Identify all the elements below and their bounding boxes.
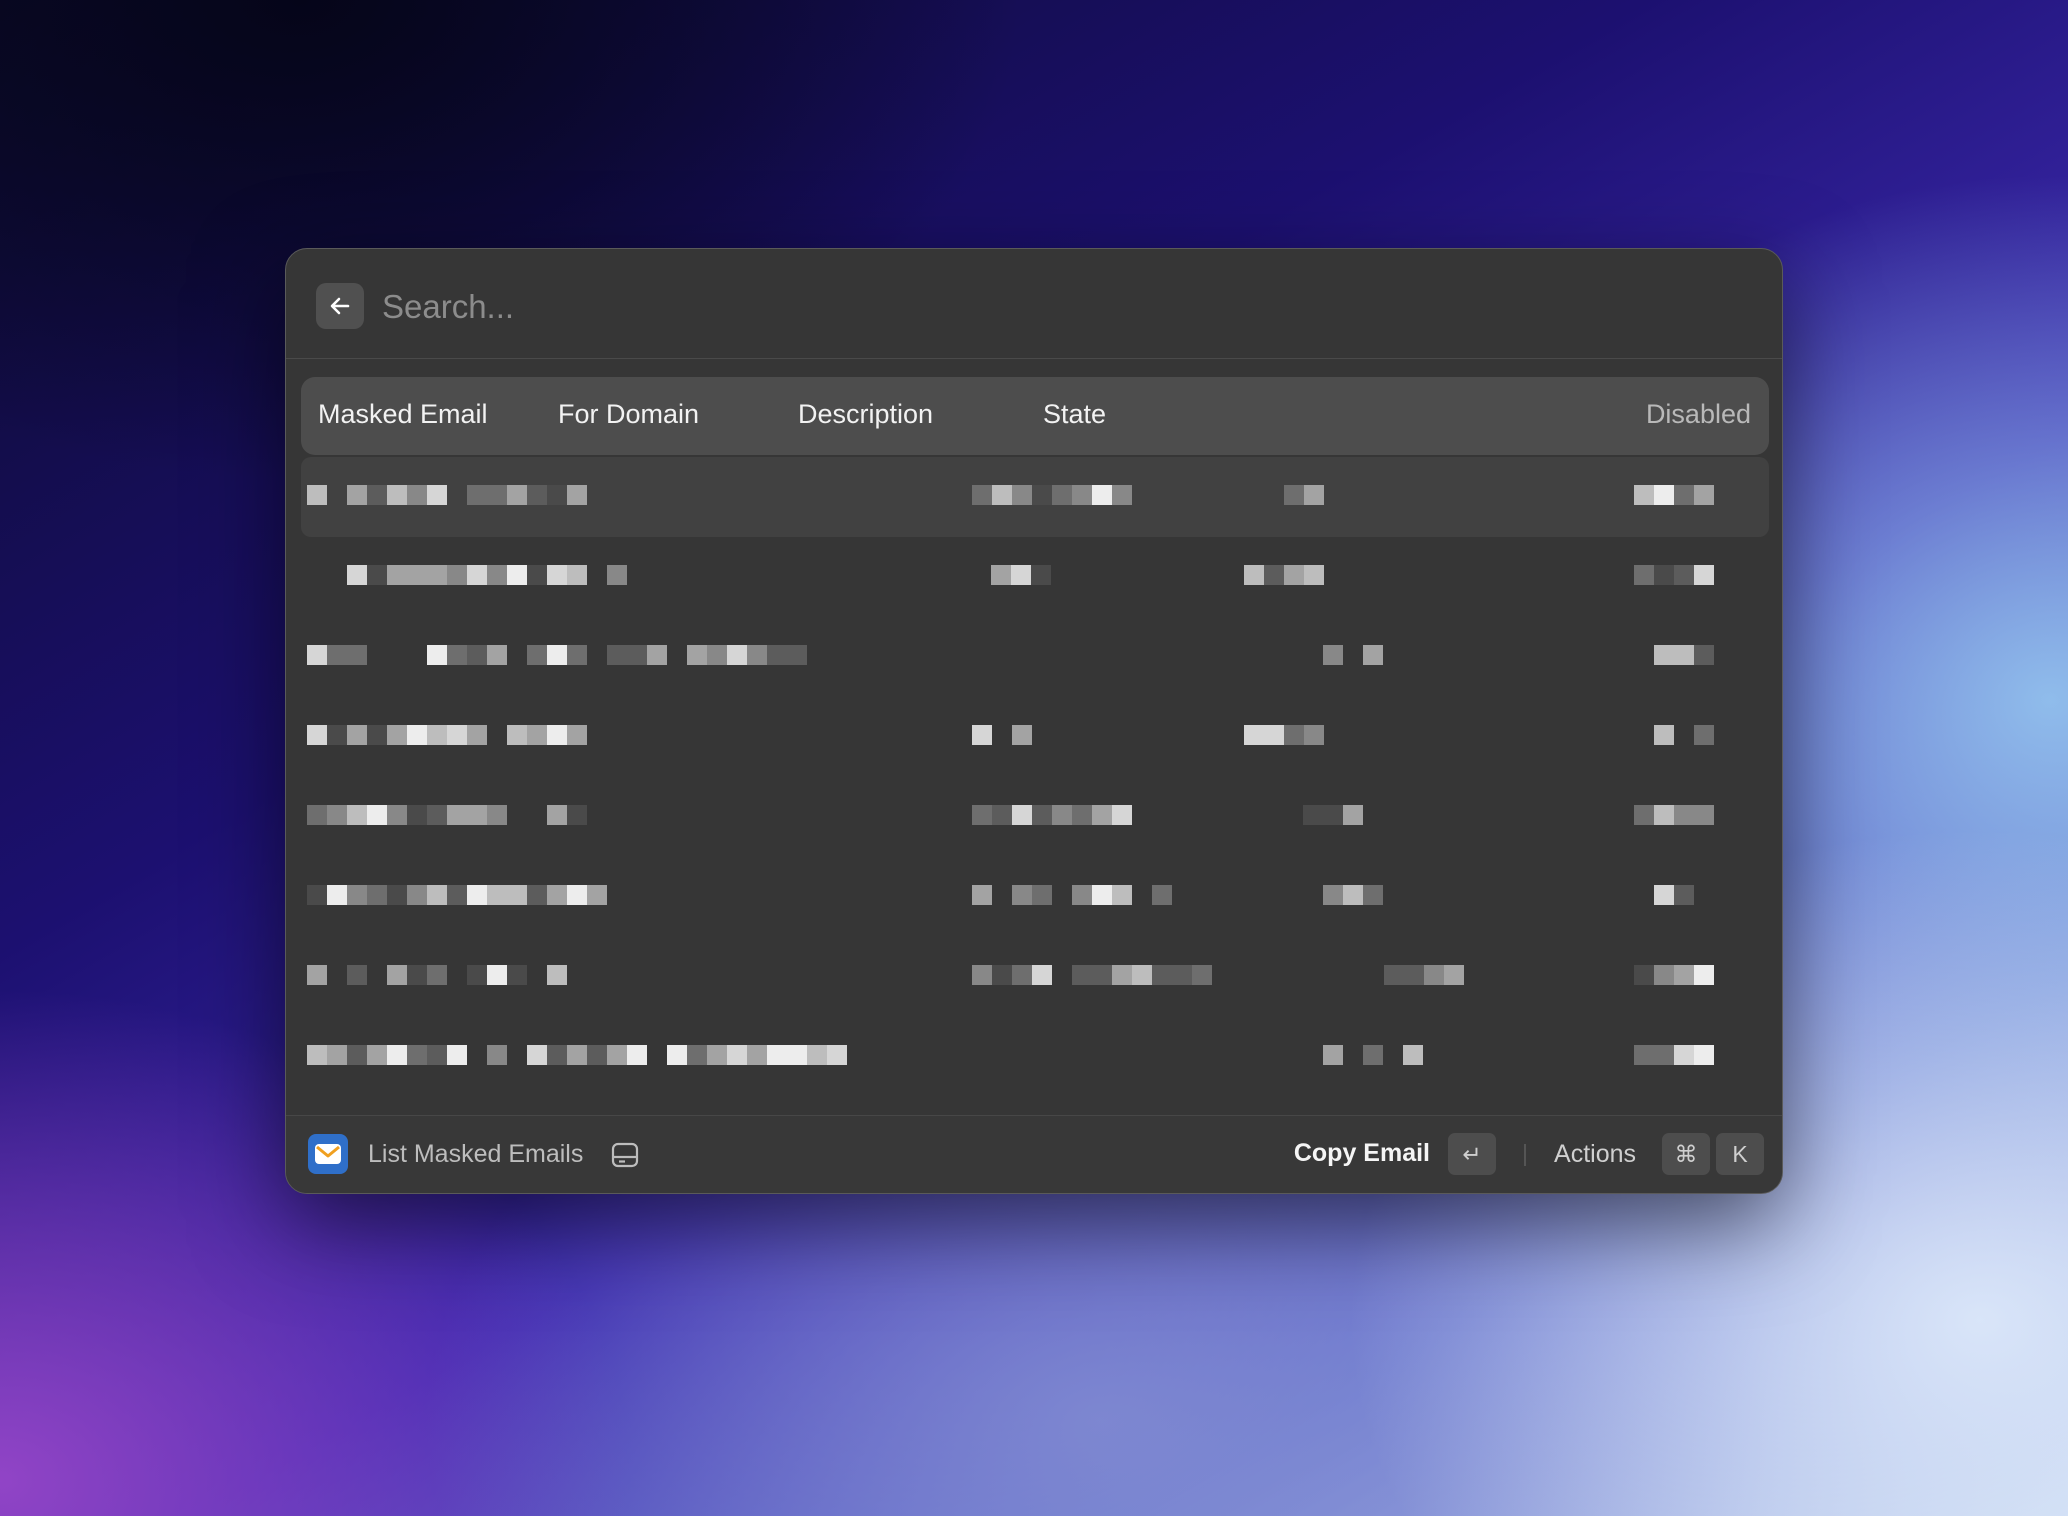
masked-email-list — [301, 457, 1769, 1097]
back-button[interactable] — [316, 283, 364, 329]
cell-description-redacted — [991, 565, 1071, 587]
cell-description-redacted — [972, 885, 1172, 907]
search-input[interactable] — [380, 279, 1584, 335]
cell-state-redacted — [1264, 485, 1324, 507]
search-bar — [286, 249, 1782, 359]
cell-masked-email-redacted — [307, 965, 587, 987]
cell-state-redacted — [1323, 645, 1383, 667]
copy-email-button[interactable]: Copy Email — [1294, 1139, 1430, 1168]
cell-description-redacted — [972, 965, 1212, 987]
cell-state-redacted — [1384, 965, 1464, 987]
cell-masked-email-redacted — [307, 725, 587, 747]
footer-divider — [1524, 1144, 1526, 1166]
table-row[interactable] — [301, 697, 1769, 777]
column-header-disabled[interactable]: Disabled — [1646, 399, 1751, 430]
table-row[interactable] — [301, 777, 1769, 857]
cell-masked-email-redacted — [307, 805, 607, 827]
cell-disabled-redacted — [1634, 485, 1714, 507]
column-header-for-domain[interactable]: For Domain — [558, 399, 699, 430]
table-row[interactable] — [301, 457, 1769, 537]
table-row[interactable] — [301, 537, 1769, 617]
cell-masked-email-redacted — [307, 485, 587, 507]
local-storage-icon — [611, 1142, 639, 1168]
cell-state-redacted — [1323, 885, 1383, 907]
column-header-masked-email[interactable]: Masked Email — [318, 399, 488, 430]
cell-disabled-redacted — [1634, 725, 1714, 747]
cell-masked-email-redacted — [307, 645, 827, 667]
table-row[interactable] — [301, 857, 1769, 937]
action-bar: List Masked Emails Copy Email ↵ Actions … — [286, 1115, 1782, 1193]
raycast-window: Masked Email For Domain Description Stat… — [285, 248, 1783, 1194]
envelope-icon — [315, 1144, 341, 1164]
actions-button[interactable]: Actions — [1554, 1140, 1636, 1169]
cell-masked-email-redacted — [307, 1045, 867, 1067]
column-header-state[interactable]: State — [1043, 399, 1106, 430]
cell-disabled-redacted — [1654, 645, 1714, 667]
cell-state-redacted — [1244, 725, 1324, 747]
cell-description-redacted — [972, 805, 1132, 827]
command-title: List Masked Emails — [368, 1140, 584, 1168]
cell-masked-email-redacted — [307, 565, 627, 587]
cell-state-redacted — [1303, 805, 1383, 827]
cell-description-redacted — [972, 485, 1132, 507]
cell-description-redacted — [972, 725, 1032, 747]
cell-disabled-redacted — [1634, 805, 1714, 827]
table-header: Masked Email For Domain Description Stat… — [301, 377, 1769, 455]
cell-masked-email-redacted — [307, 885, 607, 907]
table-row[interactable] — [301, 617, 1769, 697]
cell-disabled-redacted — [1634, 965, 1714, 987]
cell-state-redacted — [1323, 1045, 1423, 1067]
cell-disabled-redacted — [1634, 1045, 1714, 1067]
k-key-hint: K — [1716, 1133, 1764, 1175]
arrow-left-icon — [330, 297, 350, 315]
command-key-hint: ⌘ — [1662, 1133, 1710, 1175]
cell-disabled-redacted — [1634, 565, 1714, 587]
return-key-hint: ↵ — [1448, 1133, 1496, 1175]
mail-app-icon — [308, 1134, 348, 1174]
cell-disabled-redacted — [1654, 885, 1714, 907]
cell-state-redacted — [1244, 565, 1324, 587]
table-row[interactable] — [301, 1017, 1769, 1097]
column-header-description[interactable]: Description — [798, 399, 933, 430]
table-row[interactable] — [301, 937, 1769, 1017]
